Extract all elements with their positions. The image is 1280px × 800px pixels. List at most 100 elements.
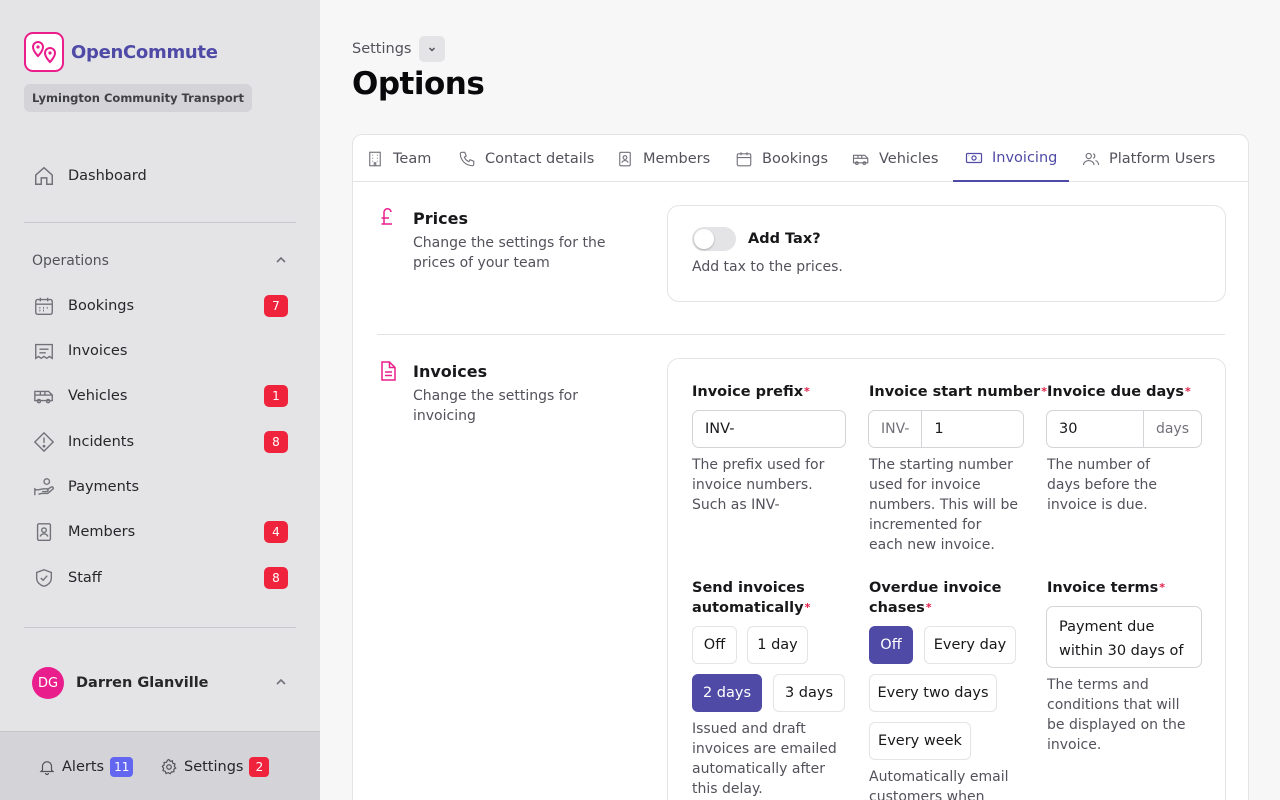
alerts-count-badge: 11	[110, 757, 134, 777]
bell-icon	[39, 761, 55, 776]
gear-icon	[161, 758, 177, 775]
opencommute-logo-icon	[24, 32, 64, 72]
alerts-label: Alerts	[62, 759, 105, 775]
users-icon	[1082, 152, 1100, 165]
invoice-start-number-label: Invoice start number*	[869, 384, 1047, 400]
sidebar-item-staff[interactable]: Staff 8	[32, 564, 288, 592]
organization-badge[interactable]: Lymington Community Transport	[24, 84, 252, 112]
invoice-due-days-input[interactable]: 30 days	[1046, 410, 1202, 448]
calendar-icon	[32, 294, 56, 318]
sidebar-divider	[24, 627, 296, 628]
tab-label: Vehicles	[879, 150, 939, 167]
staff-count-badge: 8	[264, 567, 288, 589]
tab-platform-users[interactable]: Platform Users	[1070, 135, 1227, 182]
receipt-icon	[32, 339, 56, 363]
prices-description: Change the settings for the prices of yo…	[413, 235, 606, 271]
section-divider	[377, 334, 1225, 335]
send-auto-label: Send invoices automatically*	[692, 580, 811, 616]
pound-icon	[381, 208, 392, 225]
chevron-up-icon	[274, 252, 288, 271]
tab-bookings[interactable]: Bookings	[723, 135, 840, 182]
building-icon	[369, 151, 381, 166]
options-card: Team Contact details Members Bookings Ve…	[352, 134, 1249, 800]
sidebar-item-label: Members	[68, 524, 136, 540]
tab-vehicles[interactable]: Vehicles	[840, 135, 950, 182]
sidebar: OpenCommute Lymington Community Transpor…	[0, 0, 320, 800]
tab-members[interactable]: Members	[604, 135, 722, 182]
send-auto-off-option[interactable]: Off	[692, 626, 737, 664]
home-icon	[32, 164, 56, 188]
settings-label: Settings	[184, 759, 244, 775]
invoice-terms-textarea[interactable]: Payment due within 30 days of invoice	[1046, 606, 1202, 668]
sidebar-footer: Alerts 11 Settings 2	[0, 731, 320, 800]
sidebar-item-label: Bookings	[68, 298, 135, 314]
phone-icon	[459, 151, 475, 166]
invoice-start-number-help: The starting number used for invoice num…	[869, 457, 1018, 553]
calendar-icon	[736, 151, 752, 166]
alerts-button[interactable]: Alerts 11	[38, 756, 134, 778]
start-number-value: 1	[934, 421, 944, 437]
sidebar-divider	[24, 222, 296, 223]
overdue-every-week-option[interactable]: Every week	[869, 722, 971, 760]
due-days-value: 30	[1059, 421, 1078, 437]
send-auto-help: Issued and draft invoices are emailed au…	[692, 721, 837, 797]
sidebar-item-label: Staff	[68, 570, 102, 586]
invoice-start-number-input[interactable]: INV- 1	[868, 410, 1024, 448]
breadcrumb-dropdown-button[interactable]	[419, 36, 446, 62]
hand-coins-icon	[32, 475, 56, 499]
overdue-chases-help: Automatically email customers when	[869, 769, 1009, 800]
operations-section-toggle[interactable]: Operations	[32, 250, 288, 272]
incidents-count-badge: 8	[264, 431, 288, 453]
sidebar-item-vehicles[interactable]: Vehicles 1	[32, 382, 288, 410]
chevron-up-icon	[274, 674, 288, 693]
tab-team[interactable]: Team	[354, 135, 443, 182]
sidebar-item-invoices[interactable]: Invoices	[32, 337, 288, 365]
settings-count-badge: 2	[249, 757, 270, 777]
tab-label: Members	[643, 150, 711, 167]
banknote-icon	[965, 152, 983, 163]
sidebar-item-bookings[interactable]: Bookings 7	[32, 292, 288, 320]
breadcrumb-settings[interactable]: Settings	[352, 41, 411, 57]
send-auto-1-day-option[interactable]: 1 day	[747, 626, 808, 664]
tab-label: Invoicing	[992, 149, 1058, 166]
invoices-title: Invoices	[413, 362, 488, 381]
prices-panel: Add Tax? Add tax to the prices.	[667, 205, 1226, 302]
overdue-chases-label: Overdue invoice chases*	[869, 580, 1002, 616]
members-count-badge: 4	[264, 521, 288, 543]
user-menu[interactable]: DG Darren Glanville	[32, 667, 288, 699]
tab-invoicing[interactable]: Invoicing	[953, 135, 1070, 182]
invoices-description: Change the settings for invoicing	[413, 388, 579, 424]
overdue-off-option[interactable]: Off	[869, 626, 913, 664]
overdue-every-day-option[interactable]: Every day	[924, 626, 1016, 664]
id-badge-icon	[32, 520, 56, 544]
send-auto-3-days-option[interactable]: 3 days	[773, 674, 845, 712]
tab-label: Bookings	[762, 150, 829, 167]
bus-icon	[852, 154, 869, 165]
add-tax-label: Add Tax?	[748, 231, 821, 247]
invoice-terms-help: The terms and conditions that will be di…	[1047, 677, 1186, 753]
settings-button[interactable]: Settings 2	[160, 756, 270, 778]
sidebar-item-label: Vehicles	[68, 388, 128, 404]
sidebar-item-dashboard[interactable]: Dashboard	[32, 162, 288, 190]
send-auto-2-days-option[interactable]: 2 days	[692, 674, 762, 712]
sidebar-item-members[interactable]: Members 4	[32, 518, 288, 546]
sidebar-item-label: Payments	[68, 479, 140, 495]
tab-label: Contact details	[485, 150, 595, 167]
invoice-prefix-label: Invoice prefix*	[692, 384, 810, 400]
tab-contact-details[interactable]: Contact details	[446, 135, 606, 182]
sidebar-item-incidents[interactable]: Incidents 8	[32, 428, 288, 456]
sidebar-item-payments[interactable]: Payments	[32, 473, 288, 501]
invoice-prefix-input[interactable]: INV-	[692, 410, 846, 448]
document-icon	[381, 361, 396, 381]
toggle-knob	[694, 229, 714, 249]
brand[interactable]: OpenCommute	[24, 32, 218, 72]
start-number-prefix-addon: INV-	[869, 411, 923, 447]
overdue-every-two-days-option[interactable]: Every two days	[869, 674, 997, 712]
chevron-down-icon	[429, 47, 436, 52]
add-tax-toggle[interactable]	[692, 227, 736, 251]
due-days-suffix-addon: days	[1142, 411, 1201, 447]
brand-name: OpenCommute	[71, 41, 218, 63]
user-name: Darren Glanville	[76, 675, 209, 691]
add-tax-hint: Add tax to the prices.	[692, 259, 843, 275]
bus-icon	[32, 384, 56, 408]
